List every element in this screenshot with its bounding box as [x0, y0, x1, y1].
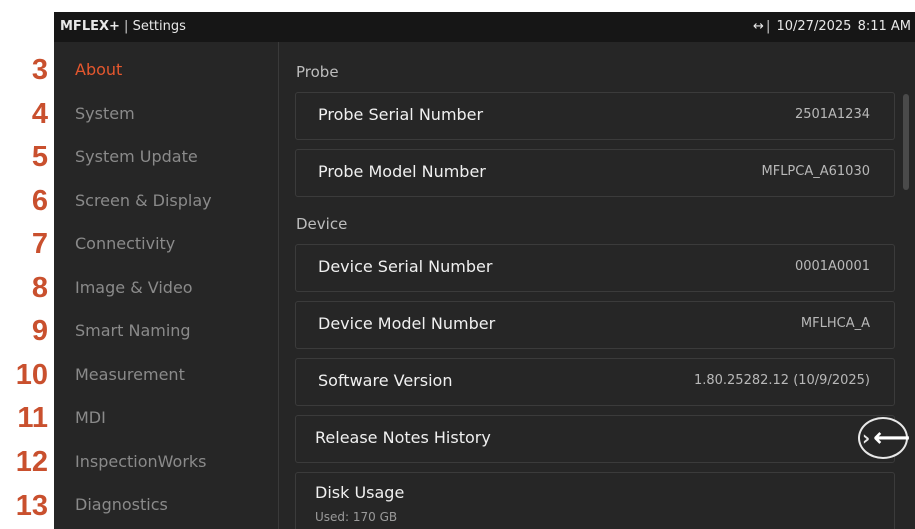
callout-number: 12 — [15, 446, 48, 478]
back-button[interactable]: › ⟵ — [858, 417, 911, 459]
status-time: 8:11 AM — [857, 19, 911, 34]
probe-serial-row: Probe Serial Number 2501A1234 — [295, 92, 895, 140]
sidebar-item-mdi[interactable]: MDI — [75, 407, 106, 429]
sidebar-item-screen-display[interactable]: Screen & Display — [75, 190, 212, 212]
sidebar-item-image-video[interactable]: Image & Video — [75, 277, 193, 299]
sidebar-item-system[interactable]: System — [75, 103, 135, 125]
device-serial-row: Device Serial Number 0001A0001 — [295, 244, 895, 292]
sidebar-item-system-update[interactable]: System Update — [75, 146, 198, 168]
callout-number: 7 — [31, 228, 48, 260]
release-notes-history-button[interactable]: Release Notes History — [295, 415, 895, 463]
row-label: Device Serial Number — [318, 257, 493, 276]
row-label: Probe Serial Number — [318, 105, 484, 124]
row-value: MFLPCA_A61030 — [761, 164, 871, 179]
row-value: 2501A1234 — [794, 107, 870, 122]
status-separator: | — [765, 19, 771, 34]
callout-number: 8 — [31, 272, 48, 304]
status-bar: MFLEX+ | Settings ↔ | 10/27/2025 8:11 AM — [54, 12, 915, 42]
scrollbar[interactable] — [903, 94, 909, 190]
callout-number: 13 — [15, 490, 48, 522]
row-value: 0001A0001 — [794, 259, 870, 274]
chevron-right-icon: › — [862, 426, 871, 450]
status-date: 10/27/2025 — [776, 19, 852, 34]
app-title: MFLEX+ | Settings — [60, 19, 186, 34]
callout-number: 5 — [31, 141, 48, 173]
callout-number: 10 — [15, 359, 48, 391]
brand-name: MFLEX+ — [60, 19, 120, 34]
sidebar-item-inspectionworks[interactable]: InspectionWorks — [75, 451, 207, 473]
callout-number: 4 — [31, 98, 48, 130]
release-notes-label: Release Notes History — [315, 428, 491, 447]
disk-usage-label: Disk Usage — [315, 483, 405, 502]
device-screen: MFLEX+ | Settings ↔ | 10/27/2025 8:11 AM … — [54, 12, 915, 529]
sidebar-item-diagnostics[interactable]: Diagnostics — [75, 494, 168, 516]
row-label: Probe Model Number — [318, 162, 486, 181]
device-model-row: Device Model Number MFLHCA_A — [295, 301, 895, 349]
page-title: Settings — [132, 19, 186, 34]
sidebar-item-smart-naming[interactable]: Smart Naming — [75, 320, 191, 342]
callout-number: 9 — [31, 315, 48, 347]
connection-icon: ↔ — [753, 19, 764, 34]
sidebar-item-about[interactable]: About — [75, 59, 122, 81]
disk-usage-row: Disk Usage Used: 170 GB — [295, 472, 895, 529]
settings-sidebar: About System System Update Screen & Disp… — [54, 42, 278, 529]
section-label-probe: Probe — [296, 63, 339, 81]
title-separator: | — [124, 19, 129, 34]
about-panel: Probe Probe Serial Number 2501A1234 Prob… — [279, 42, 915, 529]
row-value: 1.80.25282.12 (10/9/2025) — [693, 373, 870, 388]
disk-used-value: Used: 170 GB — [315, 510, 398, 524]
status-info: ↔ | 10/27/2025 8:11 AM — [751, 19, 911, 34]
software-version-row: Software Version 1.80.25282.12 (10/9/202… — [295, 358, 895, 406]
sidebar-item-measurement[interactable]: Measurement — [75, 364, 185, 386]
callout-column: 3 4 5 6 7 8 9 10 11 12 13 — [0, 0, 54, 529]
back-arrow-icon: ⟵ — [873, 423, 911, 453]
row-value: MFLHCA_A — [800, 316, 870, 331]
callout-number: 11 — [17, 402, 48, 434]
sidebar-item-connectivity[interactable]: Connectivity — [75, 233, 175, 255]
probe-model-row: Probe Model Number MFLPCA_A61030 — [295, 149, 895, 197]
row-label: Software Version — [318, 371, 453, 390]
callout-number: 6 — [31, 185, 48, 217]
row-label: Device Model Number — [318, 314, 496, 333]
callout-number: 3 — [31, 54, 48, 86]
section-label-device: Device — [296, 215, 348, 233]
